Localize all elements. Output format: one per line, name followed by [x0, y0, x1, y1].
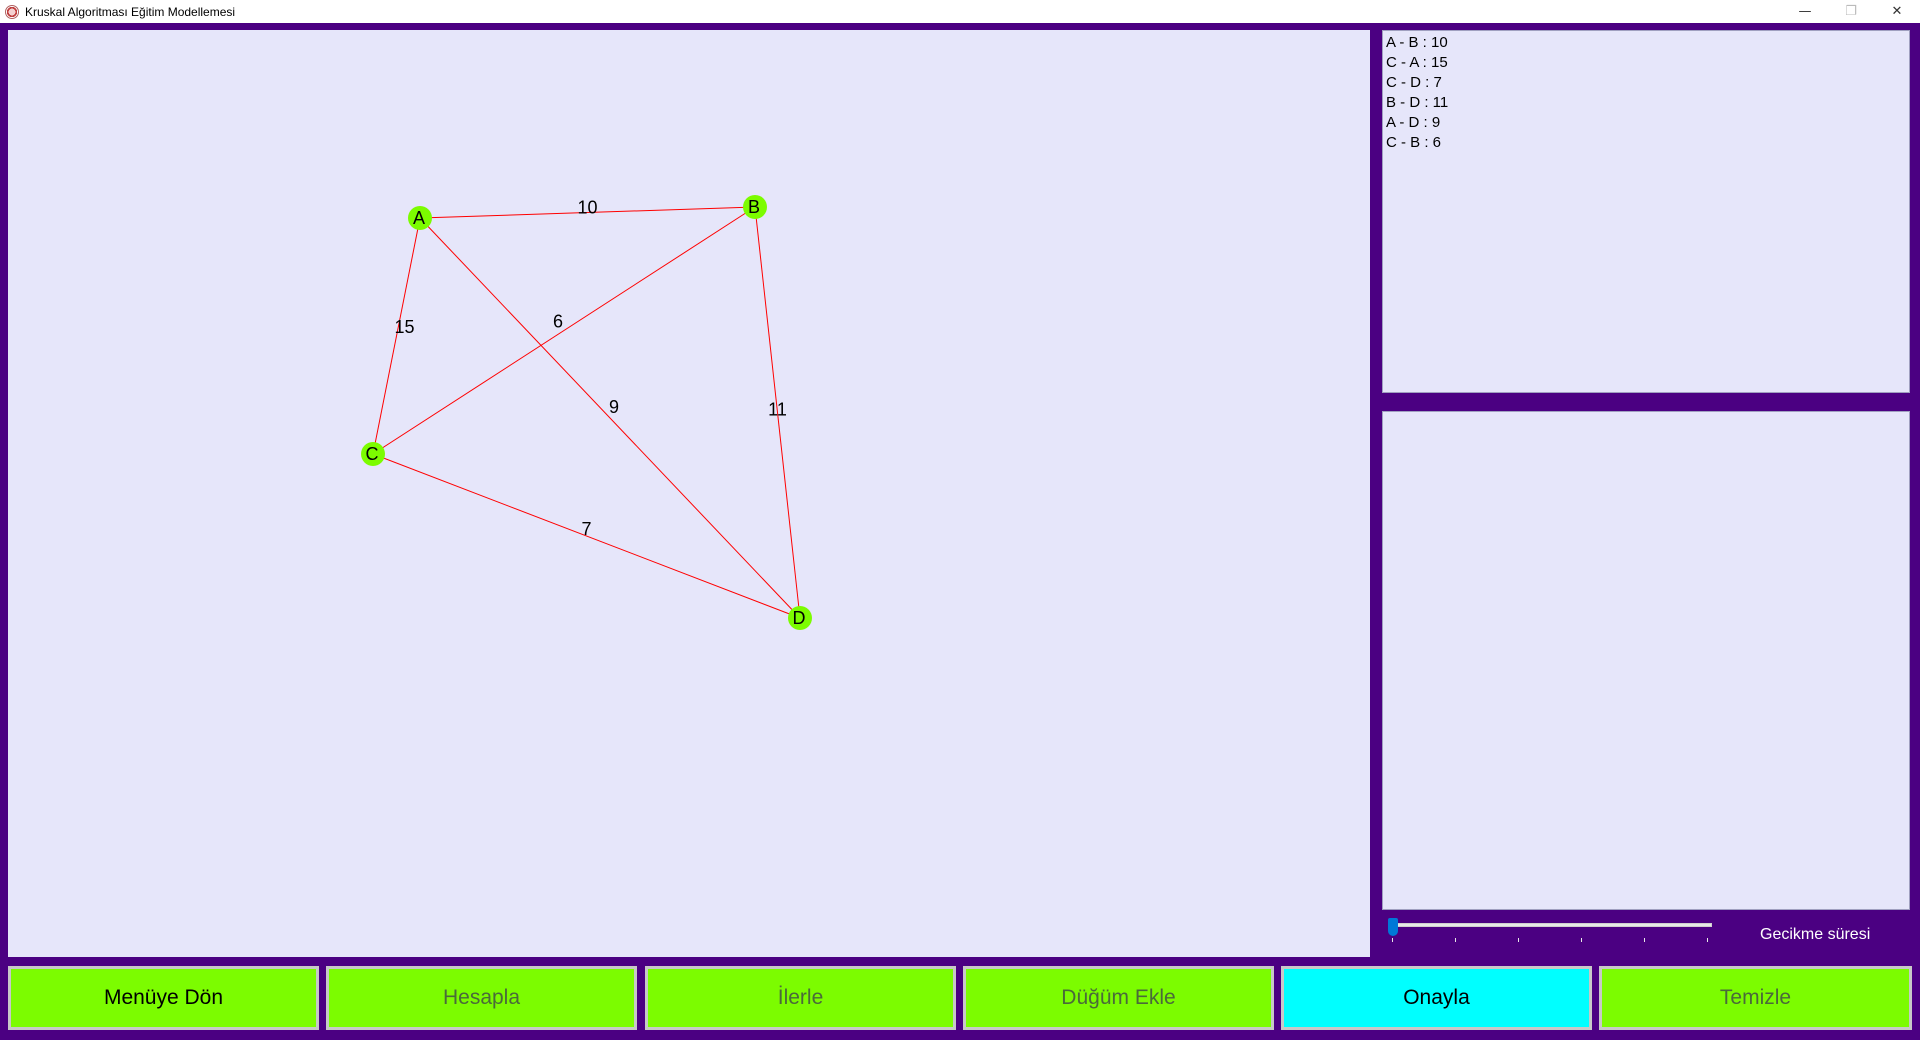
slider-tick	[1392, 938, 1393, 942]
edge-list-item: B - D : 11	[1386, 94, 1449, 111]
edge-list-item: A - D : 9	[1386, 114, 1441, 131]
edge-weight-label: 9	[609, 397, 619, 417]
edge-weight-label: 7	[581, 519, 591, 539]
edge-list-panel: A - B : 10 C - A : 15 C - D : 7 B - D : …	[1382, 30, 1910, 393]
slider-tick	[1518, 938, 1519, 942]
minimize-button[interactable]: —	[1782, 0, 1828, 23]
title-bar: Kruskal Algoritması Eğitim Modellemesi —…	[0, 0, 1920, 23]
edge-C-B	[372, 206, 756, 455]
weights-layer: 10 15 7 11 9 6	[394, 197, 786, 539]
edge-weight-label: 10	[577, 197, 597, 217]
menu-button[interactable]: Menüye Dön	[8, 966, 319, 1030]
calculate-button[interactable]: Hesapla	[326, 966, 637, 1030]
delay-slider[interactable]	[1382, 912, 1722, 952]
slider-tick	[1455, 938, 1456, 942]
delay-slider-thumb[interactable]	[1388, 918, 1398, 936]
window-controls: — ❐ ✕	[1782, 0, 1920, 23]
window-title: Kruskal Algoritması Eğitim Modellemesi	[25, 4, 236, 19]
restore-button: ❐	[1845, 4, 1857, 19]
slider-tick	[1644, 938, 1645, 942]
next-button[interactable]: İlerle	[645, 966, 956, 1030]
close-button[interactable]: ✕	[1874, 0, 1920, 23]
edge-A-D	[419, 217, 801, 619]
edge-list-item: C - D : 7	[1386, 74, 1442, 91]
node-label: A	[413, 208, 425, 228]
node-label: B	[748, 197, 760, 217]
node-label: C	[366, 444, 379, 464]
output-panel	[1382, 411, 1910, 910]
graph-canvas[interactable]: A B C D 10 15 7 11 9 6	[8, 30, 1370, 957]
slider-tick	[1581, 938, 1582, 942]
edge-list-item: C - B : 6	[1386, 134, 1442, 151]
edge-list-item: A - B : 10	[1386, 34, 1448, 51]
node-label: D	[793, 608, 806, 628]
delay-label: Gecikme süresi	[1760, 926, 1871, 943]
edges-layer	[372, 206, 801, 619]
edge-list-item: C - A : 15	[1386, 54, 1448, 71]
edge-weight-label: 6	[553, 311, 563, 331]
edge-weight-label: 11	[768, 399, 787, 419]
edge-weight-label: 15	[394, 317, 414, 337]
confirm-button[interactable]: Onayla	[1281, 966, 1592, 1030]
nodes-layer: A B C D	[361, 195, 812, 630]
clear-button[interactable]: Temizle	[1599, 966, 1912, 1030]
graph-svg[interactable]: A B C D 10 15 7 11 9 6	[8, 30, 1370, 957]
delay-slider-track[interactable]	[1392, 923, 1712, 927]
app-icon	[5, 4, 19, 19]
slider-tick	[1707, 938, 1708, 942]
add-node-button[interactable]: Düğüm Ekle	[963, 966, 1274, 1030]
